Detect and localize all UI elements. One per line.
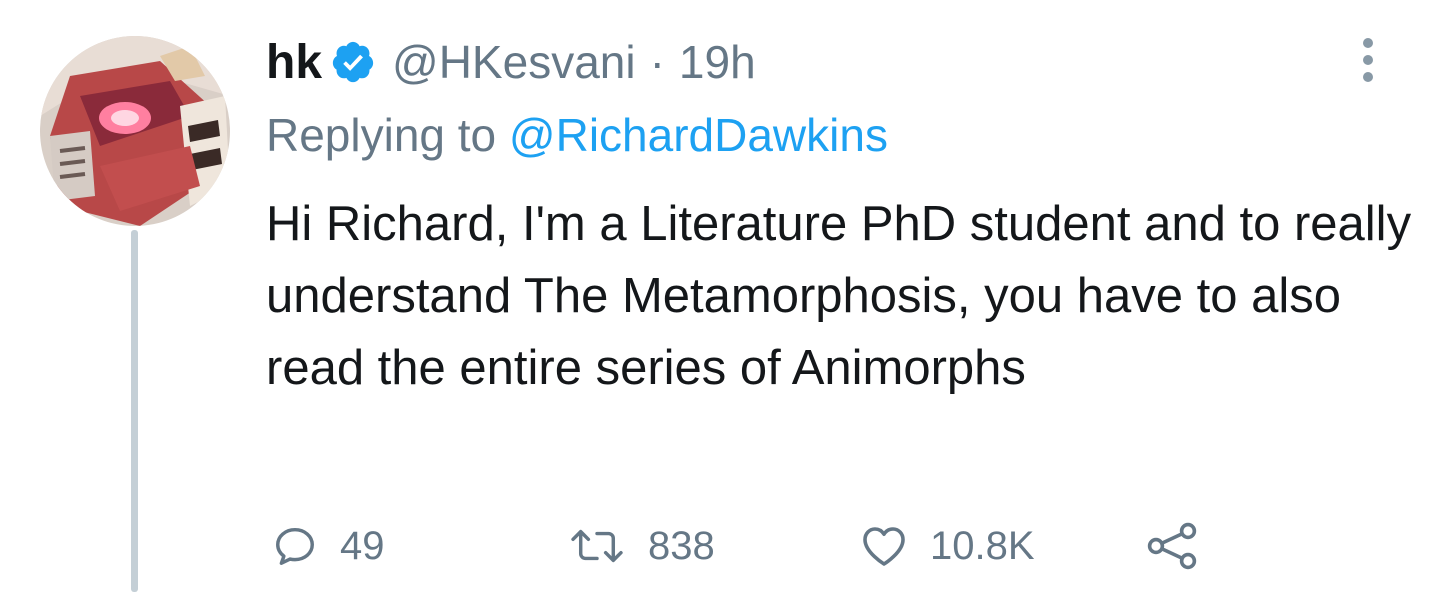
replying-to-mention[interactable]: @RichardDawkins [509,109,888,161]
retweet-icon [571,529,623,563]
reply-button[interactable]: 49 [272,518,385,574]
retweet-count: 838 [648,523,715,568]
share-button[interactable] [1146,518,1200,574]
timestamp[interactable]: 19h [679,35,756,89]
more-vertical-icon[interactable] [1356,38,1380,86]
reply-count: 49 [340,523,385,568]
like-button[interactable]: 10.8K [860,518,1035,574]
tweet-header: hk @HKesvani · 19h [266,30,756,94]
separator-dot: · [649,36,665,88]
tweet: hk @HKesvani · 19h Replying to @RichardD… [0,0,1440,592]
tweet-text: Hi Richard, I'm a Literature PhD student… [266,197,1425,395]
reply-icon [276,527,314,565]
display-name[interactable]: hk [266,35,322,90]
avatar-image [40,36,230,226]
user-handle[interactable]: @HKesvani [392,35,636,89]
thread-connector-line [131,230,138,592]
heart-icon [863,527,905,566]
retweet-button[interactable]: 838 [568,518,715,574]
replying-to-line: Replying to @RichardDawkins [266,108,888,162]
verified-badge-icon [330,39,376,85]
avatar[interactable] [40,36,230,226]
like-count: 10.8K [930,523,1035,568]
share-icon [1147,522,1197,570]
replying-prefix: Replying to [266,109,509,161]
